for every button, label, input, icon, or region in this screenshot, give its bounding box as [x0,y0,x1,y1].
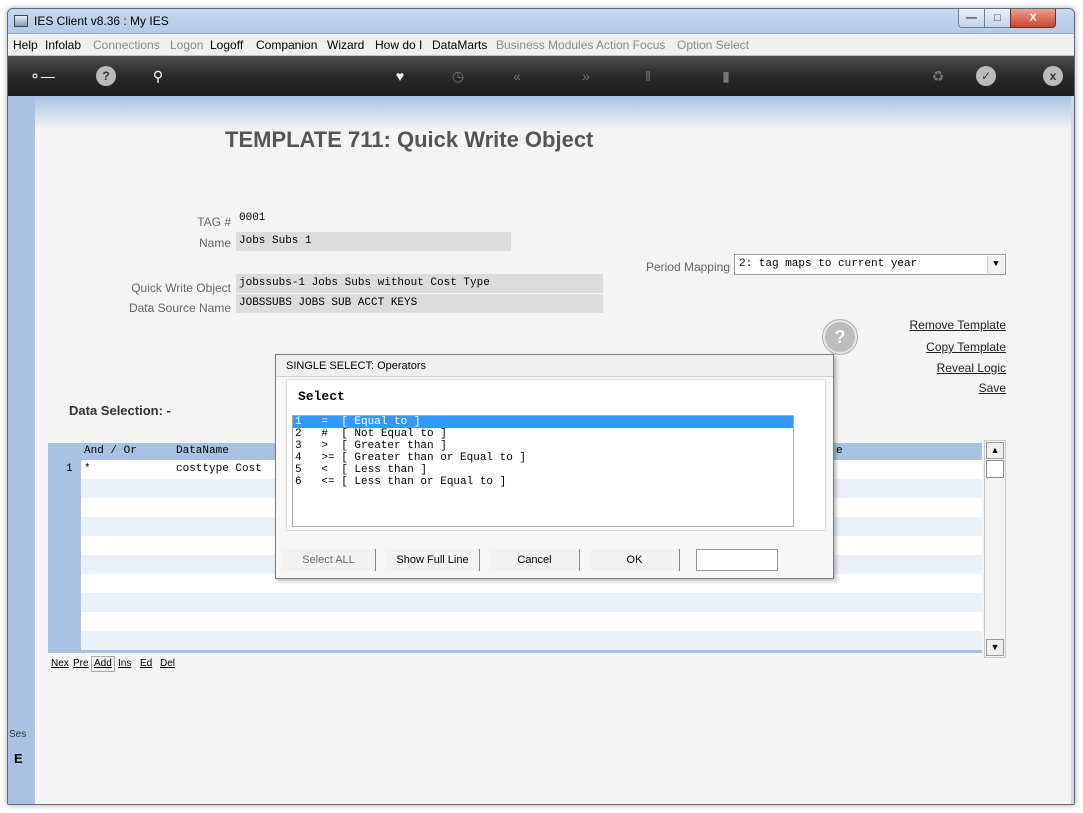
menu-datamarts[interactable]: DataMarts [432,38,487,52]
column-last: e [836,445,843,457]
list-item[interactable]: 2 # [ Not Equal to ] [293,428,793,440]
select-all-button[interactable]: Select ALL [282,549,376,571]
menu-action-focus[interactable]: Action Focus [596,38,665,52]
exit-icon[interactable]: x [1043,66,1063,86]
tools-icon[interactable]: ‖ [638,66,658,86]
chevron-down-icon[interactable]: ▼ [987,256,1004,273]
scroll-down-icon[interactable]: ▼ [986,639,1004,656]
menu-bar: Help Infolab Connections Logon Logoff Co… [8,34,1074,56]
dialog-heading: Select [298,389,345,404]
dialog-title: SINGLE SELECT: Operators [286,360,426,372]
session-e-label: E [14,751,23,766]
toolbar: ⚬— ? ⚲ ♥ ◷ « » ‖ ▮ ♻ ✓ x [8,56,1074,96]
menu-how-do-i[interactable]: How do I [375,38,422,52]
list-item[interactable]: 5 < [ Less than ] [293,464,793,476]
operator-list[interactable]: 1 = [ Equal to ] 2 # [ Not Equal to ] 3 … [292,415,794,527]
qwo-field[interactable]: jobssubs-1 Jobs Subs without Cost Type [236,274,603,293]
period-mapping-value: 2: tag maps to current year [739,258,918,270]
row-and-or: * [84,463,91,475]
grid-scrollbar[interactable]: ▲ ▼ [984,440,1006,658]
menu-infolab[interactable]: Infolab [45,38,81,52]
menu-logon[interactable]: Logon [170,38,203,52]
right-strip [1071,96,1074,804]
maximize-button[interactable]: □ [984,9,1011,28]
left-strip [8,96,35,804]
tag-field[interactable]: 0001 [236,209,292,228]
ok-button[interactable]: OK [590,549,680,571]
session-label: Ses [9,729,27,740]
name-label: Name [198,236,231,250]
close-button[interactable]: X [1010,9,1056,28]
title-bar: IES Client v8.36 : My IES — □ X [8,9,1074,34]
heart-icon[interactable]: ♥ [390,66,410,86]
list-item[interactable]: 6 <= [ Less than or Equal to ] [293,476,793,488]
maximize-icon: □ [994,12,1001,24]
check-icon[interactable]: ✓ [976,66,996,86]
table-row[interactable] [81,612,982,631]
column-dataname: DataName [176,445,229,457]
menu-business-modules[interactable]: Business Modules [496,38,593,52]
scroll-thumb[interactable] [986,460,1004,478]
add-button[interactable]: Add [91,656,115,672]
window-icon[interactable]: ▮ [716,66,736,86]
back-icon[interactable]: « [507,66,527,86]
recycle-icon[interactable]: ♻ [928,66,948,86]
window-title: IES Client v8.36 : My IES [34,14,169,28]
insert-button[interactable]: Ins [115,656,134,672]
menu-connections[interactable]: Connections [93,38,160,52]
period-mapping-label: Period Mapping [645,260,730,274]
minimize-icon: — [966,12,977,24]
previous-button[interactable]: Pre [70,656,92,672]
dialog-footer: Select ALL Show Full Line Cancel OK [276,545,833,573]
table-row[interactable] [81,631,982,650]
forward-icon[interactable]: » [576,66,596,86]
period-mapping-select[interactable]: 2: tag maps to current year ▼ [734,254,1006,275]
list-item[interactable]: 3 > [ Greater than ] [293,440,793,452]
search-icon[interactable]: ⚲ [148,66,168,86]
row-number: 1 [66,463,73,475]
dialog-panel: Select 1 = [ Equal to ] 2 # [ Not Equal … [286,379,826,531]
menu-logoff[interactable]: Logoff [210,38,243,52]
copy-template-link[interactable]: Copy Template [926,340,1006,354]
dialog-input[interactable] [696,549,778,571]
list-item[interactable]: 1 = [ Equal to ] [293,416,793,428]
next-button[interactable]: Nex [48,656,72,672]
key-icon[interactable]: ⚬— [28,66,56,86]
save-link[interactable]: Save [979,381,1006,395]
remove-template-link[interactable]: Remove Template [910,318,1007,332]
help-icon[interactable]: ? [823,320,857,354]
data-selection-label: Data Selection: - [69,403,171,418]
data-source-label: Data Source Name [128,301,231,315]
minimize-button[interactable]: — [958,9,985,28]
app-icon [14,15,28,27]
data-source-field[interactable]: JOBSSUBS JOBS SUB ACCT KEYS [236,294,603,313]
menu-option-select[interactable]: Option Select [677,38,749,52]
menu-help[interactable]: Help [13,38,38,52]
close-icon: X [1029,12,1037,24]
show-full-line-button[interactable]: Show Full Line [386,549,480,571]
name-field[interactable]: Jobs Subs 1 [236,232,511,251]
reveal-logic-link[interactable]: Reveal Logic [937,361,1006,375]
delete-button[interactable]: Del [157,656,178,672]
table-row[interactable] [81,593,982,612]
menu-wizard[interactable]: Wizard [327,38,364,52]
top-band [35,96,1074,130]
dialog-title-bar: SINGLE SELECT: Operators [276,355,833,377]
menu-companion[interactable]: Companion [256,38,317,52]
help-icon[interactable]: ? [96,66,116,86]
row-dataname: costtype Cost [176,463,262,475]
scroll-up-icon[interactable]: ▲ [986,442,1004,459]
clock-icon[interactable]: ◷ [448,66,468,86]
list-item[interactable]: 4 >= [ Greater than or Equal to ] [293,452,793,464]
column-and-or: And / Or [84,445,137,457]
qwo-label: Quick Write Object [131,281,231,295]
page-title: TEMPLATE 711: Quick Write Object [225,127,594,152]
cancel-button[interactable]: Cancel [490,549,580,571]
single-select-dialog: SINGLE SELECT: Operators Select 1 = [ Eq… [275,354,834,579]
edit-button[interactable]: Ed [137,656,155,672]
tag-label: TAG # [197,215,231,229]
